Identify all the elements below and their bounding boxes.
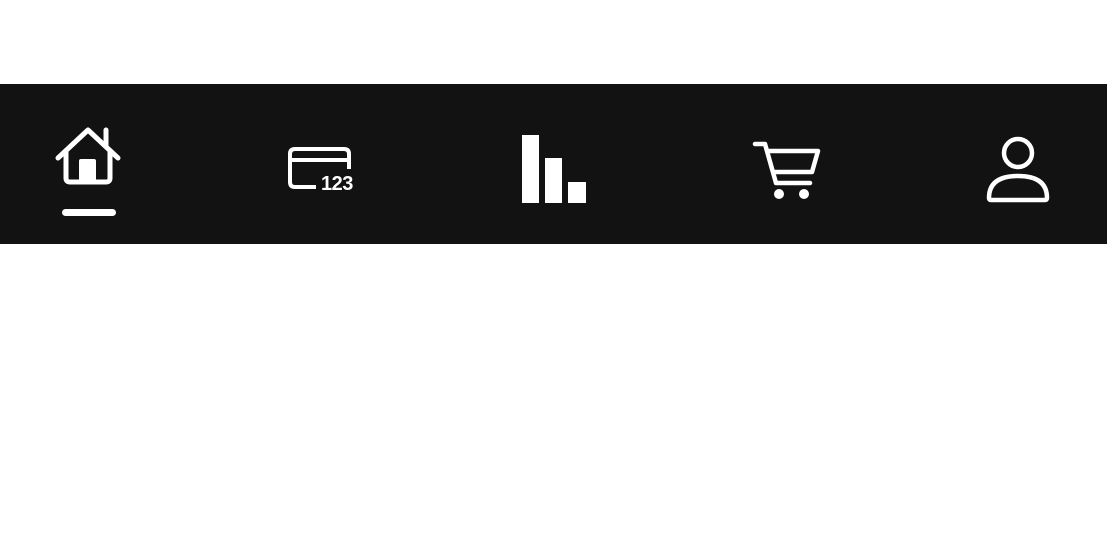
- tab-profile[interactable]: [985, 84, 1105, 244]
- screen: 123: [0, 0, 1108, 540]
- tab-home[interactable]: [55, 84, 180, 244]
- card-number-label: 123: [321, 173, 353, 195]
- home-icon: [55, 127, 121, 185]
- user-icon: [986, 136, 1050, 203]
- tab-card[interactable]: 123: [286, 84, 406, 244]
- bar-chart-icon: [522, 135, 586, 203]
- tab-stats[interactable]: [520, 84, 640, 244]
- tab-cart[interactable]: [752, 84, 872, 244]
- active-tab-indicator: [62, 209, 116, 216]
- shopping-cart-icon: [752, 141, 821, 199]
- bottom-tab-bar: 123: [0, 84, 1107, 244]
